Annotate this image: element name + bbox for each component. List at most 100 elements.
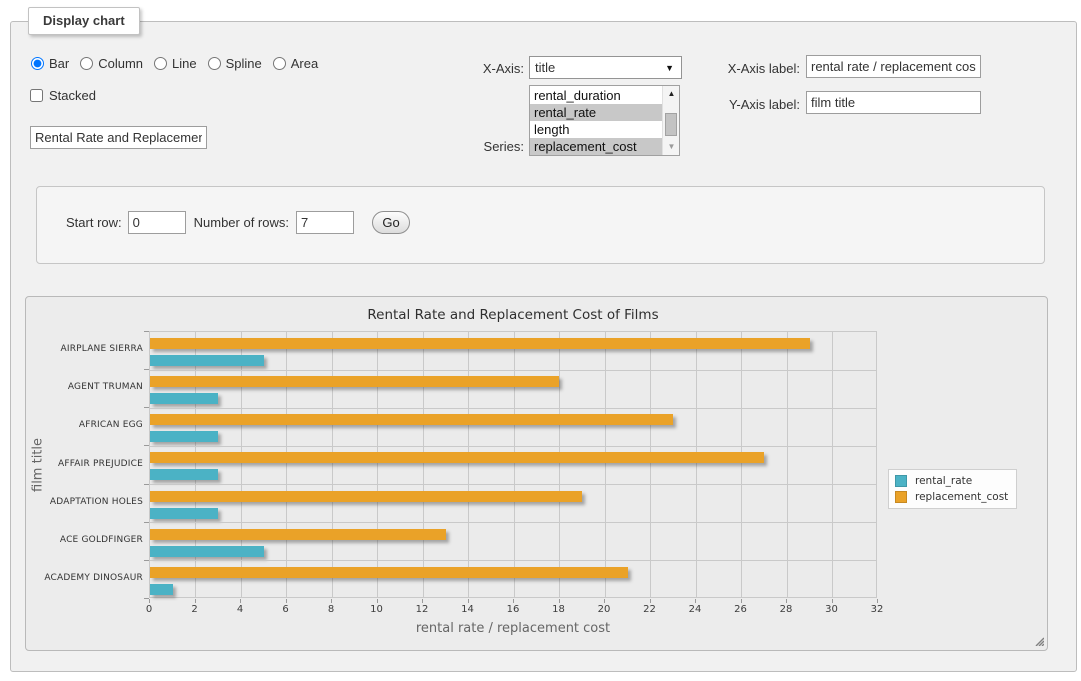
chart-type-radio-label: Area	[291, 56, 318, 71]
category-label: ADAPTATION HOLES	[26, 497, 143, 507]
y-axis-label-input[interactable]	[806, 91, 981, 114]
gridline-vertical	[332, 332, 333, 597]
chart-type-option-area: Area	[273, 56, 318, 71]
series-option-replacement_cost[interactable]: replacement_cost	[530, 138, 662, 155]
y-axis-tick	[144, 560, 149, 561]
gridline-vertical	[195, 332, 196, 597]
chart-type-radio-label: Line	[172, 56, 197, 71]
plot-area	[149, 331, 877, 598]
chart-type-radio-area[interactable]	[273, 57, 286, 70]
bar-rental_rate	[150, 546, 264, 557]
bar-replacement_cost	[150, 567, 628, 578]
gridline-vertical	[787, 332, 788, 597]
x-axis-tick	[877, 599, 878, 603]
x-axis-tick	[650, 599, 651, 603]
x-axis-tick	[377, 599, 378, 603]
start-row-label: Start row:	[66, 215, 122, 230]
gridline-horizontal	[150, 484, 876, 485]
chart-type-option-line: Line	[154, 56, 197, 71]
bar-rental_rate	[150, 584, 173, 595]
chart-title: Rental Rate and Replacement Cost of Film…	[149, 307, 877, 323]
x-axis-tick-label: 6	[272, 604, 300, 615]
gridline-horizontal	[150, 560, 876, 561]
series-select-label: Series:	[424, 139, 524, 154]
y-axis-tick	[144, 369, 149, 370]
x-axis-select-label: X-Axis:	[424, 61, 524, 76]
series-multiselect[interactable]: rental_durationrental_ratelengthreplacem…	[529, 85, 680, 156]
gridline-vertical	[514, 332, 515, 597]
legend-swatch-icon	[895, 491, 907, 503]
y-axis-label-label: Y-Axis label:	[700, 97, 800, 112]
chart-type-radio-label: Spline	[226, 56, 262, 71]
series-option-length[interactable]: length	[530, 121, 662, 138]
y-axis-tick	[144, 484, 149, 485]
bar-replacement_cost	[150, 338, 810, 349]
scroll-down-icon[interactable]: ▼	[663, 139, 680, 155]
page: Display chart BarColumnLineSplineArea St…	[0, 0, 1081, 681]
x-axis-tick	[468, 599, 469, 603]
bar-replacement_cost	[150, 452, 764, 463]
chart-type-option-spline: Spline	[208, 56, 262, 71]
series-option-rental_duration[interactable]: rental_duration	[530, 87, 662, 104]
x-axis-label-label: X-Axis label:	[700, 61, 800, 76]
x-axis-tick	[286, 599, 287, 603]
gridline-vertical	[241, 332, 242, 597]
scroll-up-icon[interactable]: ▲	[663, 86, 680, 102]
chart-type-radio-column[interactable]	[80, 57, 93, 70]
y-axis-tick	[144, 522, 149, 523]
scrollbar-thumb[interactable]	[665, 113, 677, 136]
gridline-horizontal	[150, 446, 876, 447]
chart-x-axis-title: rental rate / replacement cost	[149, 621, 877, 636]
legend-item-rental_rate: rental_rate	[895, 475, 1008, 487]
chart-panel: Rental Rate and Replacement Cost of Film…	[25, 296, 1048, 651]
stacked-checkbox-row: Stacked	[30, 88, 96, 103]
bar-rental_rate	[150, 431, 218, 442]
number-of-rows-input[interactable]	[296, 211, 354, 234]
x-axis-select[interactable]: title ▼	[529, 56, 682, 79]
stacked-checkbox[interactable]	[30, 89, 43, 102]
x-axis-tick-label: 0	[135, 604, 163, 615]
x-axis-tick	[422, 599, 423, 603]
y-axis-tick	[144, 331, 149, 332]
chart-type-radio-label: Bar	[49, 56, 69, 71]
x-axis-tick-label: 4	[226, 604, 254, 615]
category-label: ACADEMY DINOSAUR	[26, 573, 143, 583]
number-of-rows-label: Number of rows:	[194, 215, 289, 230]
gridline-vertical	[832, 332, 833, 597]
chart-type-radio-group: Bar Column Line Spline Area	[31, 56, 318, 71]
chevron-down-icon: ▼	[665, 63, 674, 73]
legend-swatch-icon	[895, 475, 907, 487]
start-row-input[interactable]	[128, 211, 186, 234]
y-axis-tick	[144, 407, 149, 408]
chart-type-radio-bar[interactable]	[31, 57, 44, 70]
chart-type-radio-label: Column	[98, 56, 143, 71]
gridline-horizontal	[150, 522, 876, 523]
gridline-vertical	[423, 332, 424, 597]
resize-handle-icon[interactable]	[1034, 636, 1044, 646]
x-axis-tick-label: 22	[636, 604, 664, 615]
legend-item-replacement_cost: replacement_cost	[895, 491, 1008, 503]
x-axis-tick-label: 26	[727, 604, 755, 615]
bar-replacement_cost	[150, 529, 446, 540]
chart-type-radio-line[interactable]	[154, 57, 167, 70]
gridline-vertical	[605, 332, 606, 597]
bar-replacement_cost	[150, 376, 559, 387]
stacked-label: Stacked	[49, 88, 96, 103]
series-scrollbar[interactable]: ▲ ▼	[662, 86, 679, 155]
x-axis-tick	[513, 599, 514, 603]
x-axis-tick	[786, 599, 787, 603]
x-axis-selected-value: title	[535, 60, 555, 75]
x-axis-tick-label: 12	[408, 604, 436, 615]
x-axis-label-input[interactable]	[806, 55, 981, 78]
chart-type-option-bar: Bar	[31, 56, 69, 71]
chart-type-radio-spline[interactable]	[208, 57, 221, 70]
x-axis-tick-label: 30	[818, 604, 846, 615]
go-button[interactable]: Go	[372, 211, 410, 234]
category-label: AGENT TRUMAN	[26, 382, 143, 392]
gridline-horizontal	[150, 408, 876, 409]
chart-legend: rental_rate replacement_cost	[888, 469, 1017, 509]
chart-title-input[interactable]	[30, 126, 207, 149]
gridline-vertical	[650, 332, 651, 597]
series-option-rental_rate[interactable]: rental_rate	[530, 104, 662, 121]
legend-label: rental_rate	[915, 475, 972, 487]
